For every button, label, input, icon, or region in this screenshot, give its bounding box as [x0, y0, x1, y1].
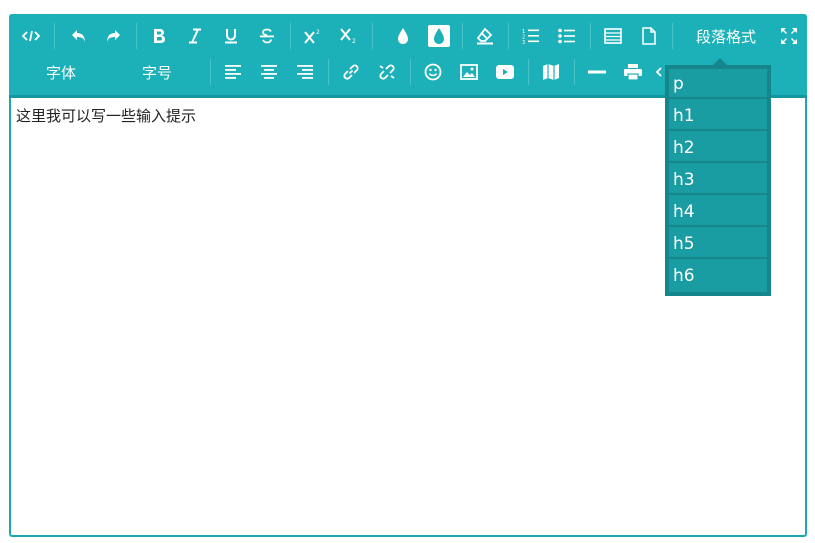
superscript-button[interactable]: 2	[299, 18, 327, 54]
font-family-label: 字体	[45, 63, 76, 82]
link-button[interactable]	[337, 54, 365, 90]
toolbar-separator	[590, 23, 591, 49]
toolbar-separator	[372, 23, 373, 49]
paragraph-format-dropdown: p h1 h2 h3 h4 h5 h6	[665, 58, 771, 296]
underline-button[interactable]	[217, 18, 245, 54]
dropdown-item-h1[interactable]: h1	[669, 101, 767, 131]
map-button[interactable]	[537, 54, 565, 90]
image-icon	[460, 64, 478, 80]
eraser-button[interactable]	[471, 18, 499, 54]
bold-icon	[152, 28, 166, 44]
print-icon	[624, 64, 642, 80]
paragraph-format-button[interactable]: 段落格式	[681, 18, 771, 54]
dropdown-item-p[interactable]: p	[669, 69, 767, 99]
emoji-button[interactable]	[419, 54, 447, 90]
toolbar-separator	[672, 23, 673, 49]
new-document-icon	[642, 27, 656, 45]
toolbar-separator	[528, 59, 529, 85]
font-color-icon	[396, 27, 410, 45]
dropdown-item-h3[interactable]: h3	[669, 165, 767, 195]
undo-icon	[71, 28, 87, 44]
toolbar-separator	[290, 23, 291, 49]
video-icon	[496, 65, 514, 79]
dropdown-item-h2[interactable]: h2	[669, 133, 767, 163]
print-button[interactable]	[619, 54, 647, 90]
code-view-icon	[22, 29, 40, 43]
font-color-button[interactable]	[389, 18, 417, 54]
table-button[interactable]	[599, 18, 627, 54]
background-color-icon	[428, 25, 450, 47]
italic-button[interactable]	[181, 18, 209, 54]
align-right-button[interactable]	[291, 54, 319, 90]
align-right-icon	[296, 64, 314, 80]
horizontal-rule-icon	[588, 69, 606, 75]
dropdown-item-h4[interactable]: h4	[669, 197, 767, 227]
italic-icon	[188, 28, 202, 44]
new-document-button[interactable]	[635, 18, 663, 54]
emoji-icon	[424, 63, 442, 81]
unlink-button[interactable]	[373, 54, 401, 90]
toolbar-separator	[210, 59, 211, 85]
svg-text:2: 2	[316, 29, 320, 36]
toolbar-separator	[136, 23, 137, 49]
background-color-button[interactable]	[425, 18, 453, 54]
strikethrough-button[interactable]	[253, 18, 281, 54]
subscript-icon: 2	[340, 28, 358, 44]
toolbar-separator	[574, 59, 575, 85]
toolbar-separator	[508, 23, 509, 49]
font-family-button[interactable]: 字体	[29, 54, 93, 90]
align-center-icon	[260, 64, 278, 80]
underline-icon	[224, 28, 238, 44]
strikethrough-icon	[259, 28, 275, 44]
svg-text:3: 3	[522, 40, 525, 45]
toolbar-separator	[54, 23, 55, 49]
unordered-list-button[interactable]	[553, 18, 581, 54]
align-left-icon	[224, 64, 242, 80]
undo-button[interactable]	[65, 18, 93, 54]
bold-button[interactable]	[145, 18, 173, 54]
superscript-icon: 2	[304, 28, 322, 44]
paragraph-format-label: 段落格式	[695, 27, 756, 46]
map-icon	[542, 63, 560, 81]
code-view-button[interactable]	[17, 18, 45, 54]
svg-text:2: 2	[352, 38, 356, 44]
font-size-button[interactable]: 字号	[125, 54, 189, 90]
toolbar-separator	[462, 23, 463, 49]
dropdown-item-h5[interactable]: h5	[669, 229, 767, 259]
video-button[interactable]	[491, 54, 519, 90]
font-size-label: 字号	[141, 63, 172, 82]
toolbar-separator	[410, 59, 411, 85]
align-center-button[interactable]	[255, 54, 283, 90]
link-icon	[342, 63, 360, 81]
horizontal-rule-button[interactable]	[583, 54, 611, 90]
redo-button[interactable]	[99, 18, 127, 54]
editor-content[interactable]: 这里我可以写一些输入提示	[16, 105, 196, 126]
unordered-list-icon	[558, 27, 576, 45]
fullscreen-icon	[780, 27, 798, 45]
subscript-button[interactable]: 2	[335, 18, 363, 54]
table-icon	[604, 28, 622, 44]
dropdown-caret	[713, 58, 727, 65]
toolbar-row-1: 2 2 123 段落格式	[9, 18, 807, 54]
ordered-list-button[interactable]: 123	[517, 18, 545, 54]
dropdown-item-h6[interactable]: h6	[669, 261, 767, 291]
toolbar-separator	[328, 59, 329, 85]
eraser-icon	[476, 27, 494, 45]
align-left-button[interactable]	[219, 54, 247, 90]
redo-icon	[105, 28, 121, 44]
image-button[interactable]	[455, 54, 483, 90]
unlink-icon	[378, 63, 396, 81]
ordered-list-icon: 123	[522, 27, 540, 45]
fullscreen-button[interactable]	[775, 18, 803, 54]
